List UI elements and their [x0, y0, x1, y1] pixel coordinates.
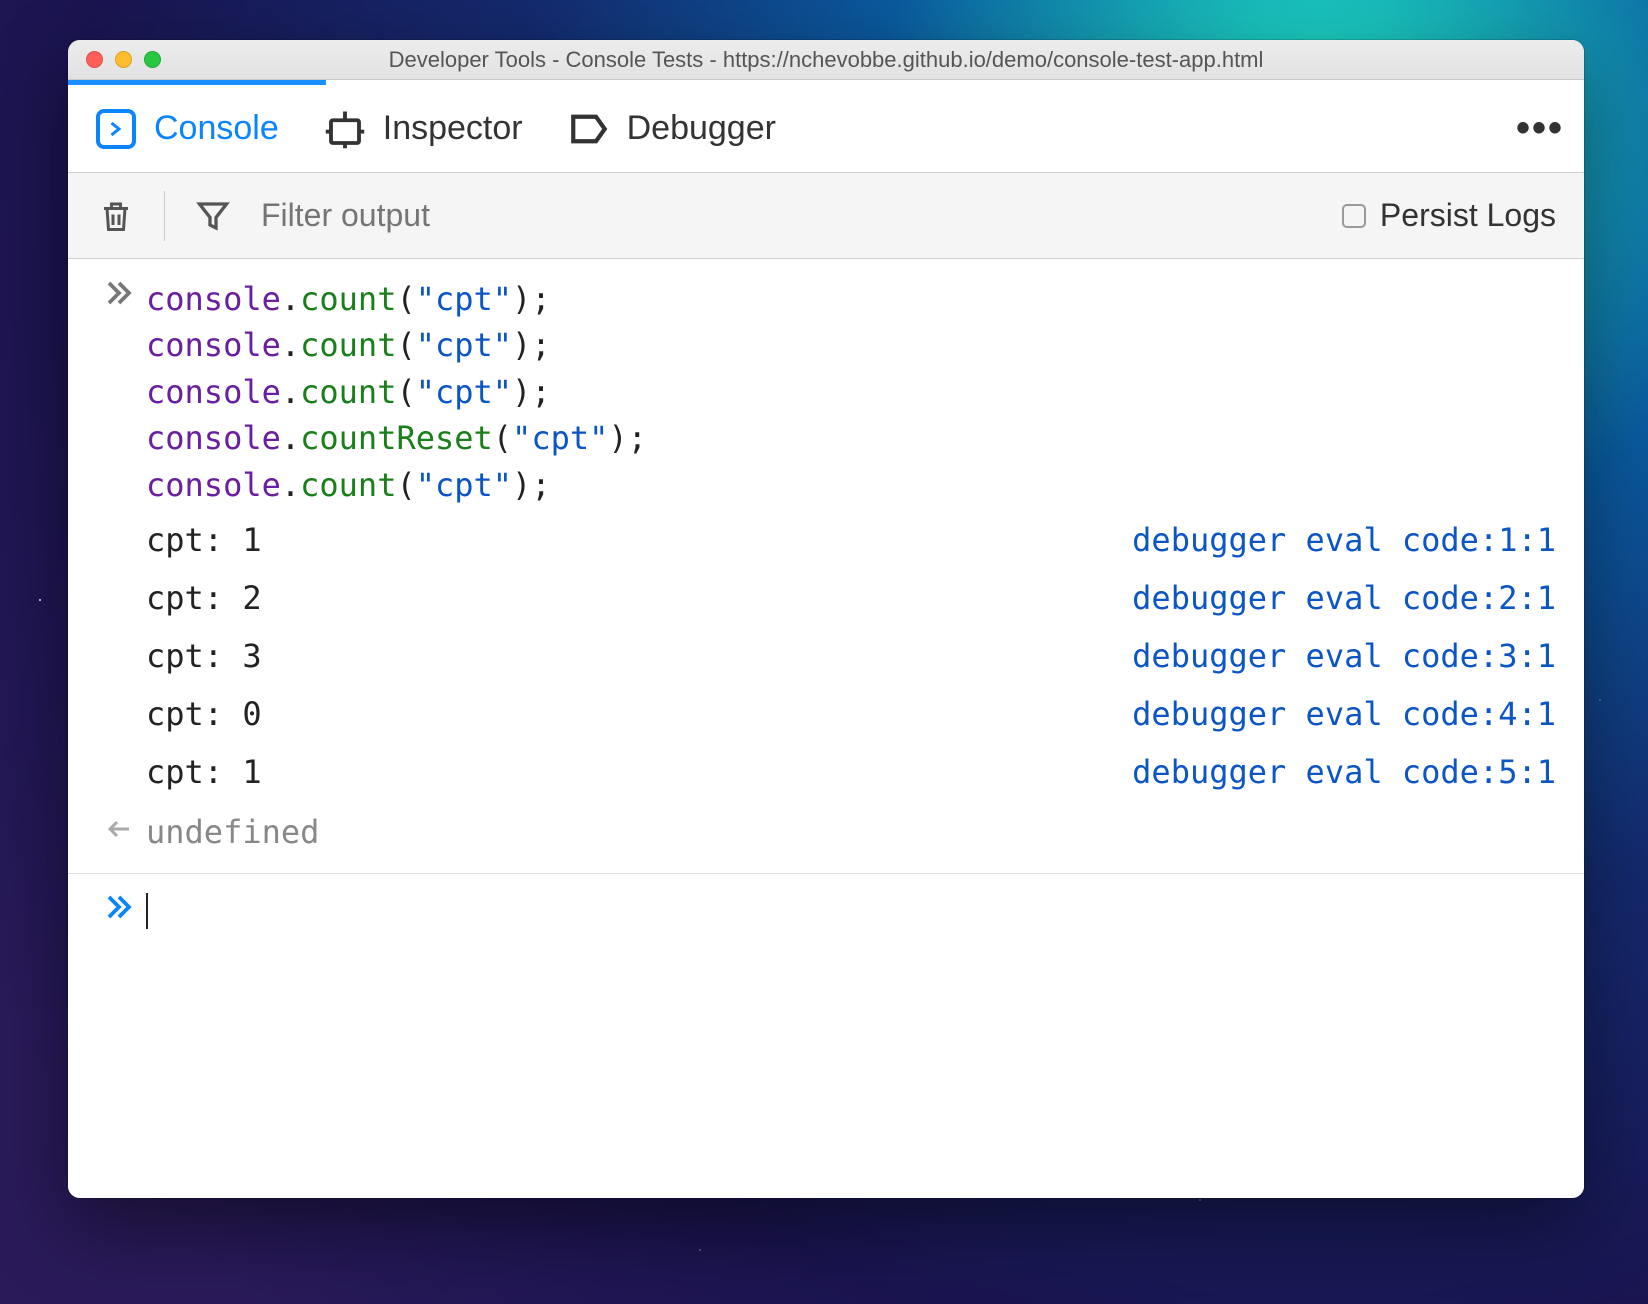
tab-label: Console	[154, 109, 279, 148]
clear-icon[interactable]	[96, 196, 136, 236]
tab-debugger[interactable]: Debugger	[567, 107, 776, 151]
persist-label: Persist Logs	[1380, 197, 1556, 234]
text-cursor	[146, 893, 148, 929]
input-chevron-icon	[92, 276, 146, 508]
tab-console[interactable]: Console	[94, 107, 279, 151]
log-row: cpt: 1 debugger eval code:1:1	[68, 511, 1584, 569]
filter-icon[interactable]	[193, 196, 233, 236]
tab-label: Inspector	[383, 109, 523, 148]
traffic-lights	[68, 51, 161, 68]
log-message: cpt: 0	[146, 695, 262, 733]
window-title: Developer Tools - Console Tests - https:…	[68, 47, 1584, 73]
code-line: console.count("cpt");	[146, 462, 1556, 508]
log-source-link[interactable]: debugger eval code:1:1	[1132, 521, 1556, 559]
prompt-chevron-icon	[92, 892, 146, 930]
input-echo-row: console.count("cpt");console.count("cpt"…	[68, 273, 1584, 511]
tool-tabs: Console Inspector Debugger •••	[68, 85, 1584, 173]
devtools-window: Developer Tools - Console Tests - https:…	[68, 40, 1584, 1198]
tab-label: Debugger	[627, 109, 776, 148]
persist-logs-toggle[interactable]: Persist Logs	[1342, 197, 1556, 234]
checkbox-icon[interactable]	[1342, 204, 1366, 228]
titlebar[interactable]: Developer Tools - Console Tests - https:…	[68, 40, 1584, 80]
log-source-link[interactable]: debugger eval code:2:1	[1132, 579, 1556, 617]
input-code: console.count("cpt");console.count("cpt"…	[146, 276, 1556, 508]
log-source-link[interactable]: debugger eval code:3:1	[1132, 637, 1556, 675]
return-value: undefined	[146, 813, 319, 851]
code-line: console.count("cpt");	[146, 369, 1556, 415]
code-line: console.countReset("cpt");	[146, 415, 1556, 461]
log-row: cpt: 3 debugger eval code:3:1	[68, 627, 1584, 685]
console-icon	[94, 107, 138, 151]
log-message: cpt: 2	[146, 579, 262, 617]
console-prompt[interactable]	[68, 874, 1584, 952]
separator	[164, 191, 165, 241]
filter-input[interactable]	[261, 197, 1314, 234]
log-row: cpt: 0 debugger eval code:4:1	[68, 685, 1584, 743]
inspector-icon	[323, 107, 367, 151]
log-row: cpt: 1 debugger eval code:5:1	[68, 743, 1584, 801]
console-toolbar: Persist Logs	[68, 173, 1584, 259]
log-message: cpt: 1	[146, 753, 262, 791]
log-source-link[interactable]: debugger eval code:5:1	[1132, 753, 1556, 791]
return-row: undefined	[68, 801, 1584, 863]
code-line: console.count("cpt");	[146, 322, 1556, 368]
code-line: console.count("cpt");	[146, 276, 1556, 322]
more-tools-icon[interactable]: •••	[1516, 106, 1564, 151]
log-message: cpt: 3	[146, 637, 262, 675]
close-icon[interactable]	[86, 51, 103, 68]
minimize-icon[interactable]	[115, 51, 132, 68]
tab-inspector[interactable]: Inspector	[323, 107, 523, 151]
log-message: cpt: 1	[146, 521, 262, 559]
zoom-icon[interactable]	[144, 51, 161, 68]
debugger-icon	[567, 107, 611, 151]
log-source-link[interactable]: debugger eval code:4:1	[1132, 695, 1556, 733]
log-row: cpt: 2 debugger eval code:2:1	[68, 569, 1584, 627]
return-arrow-icon	[92, 814, 146, 849]
console-output[interactable]: console.count("cpt");console.count("cpt"…	[68, 259, 1584, 1198]
